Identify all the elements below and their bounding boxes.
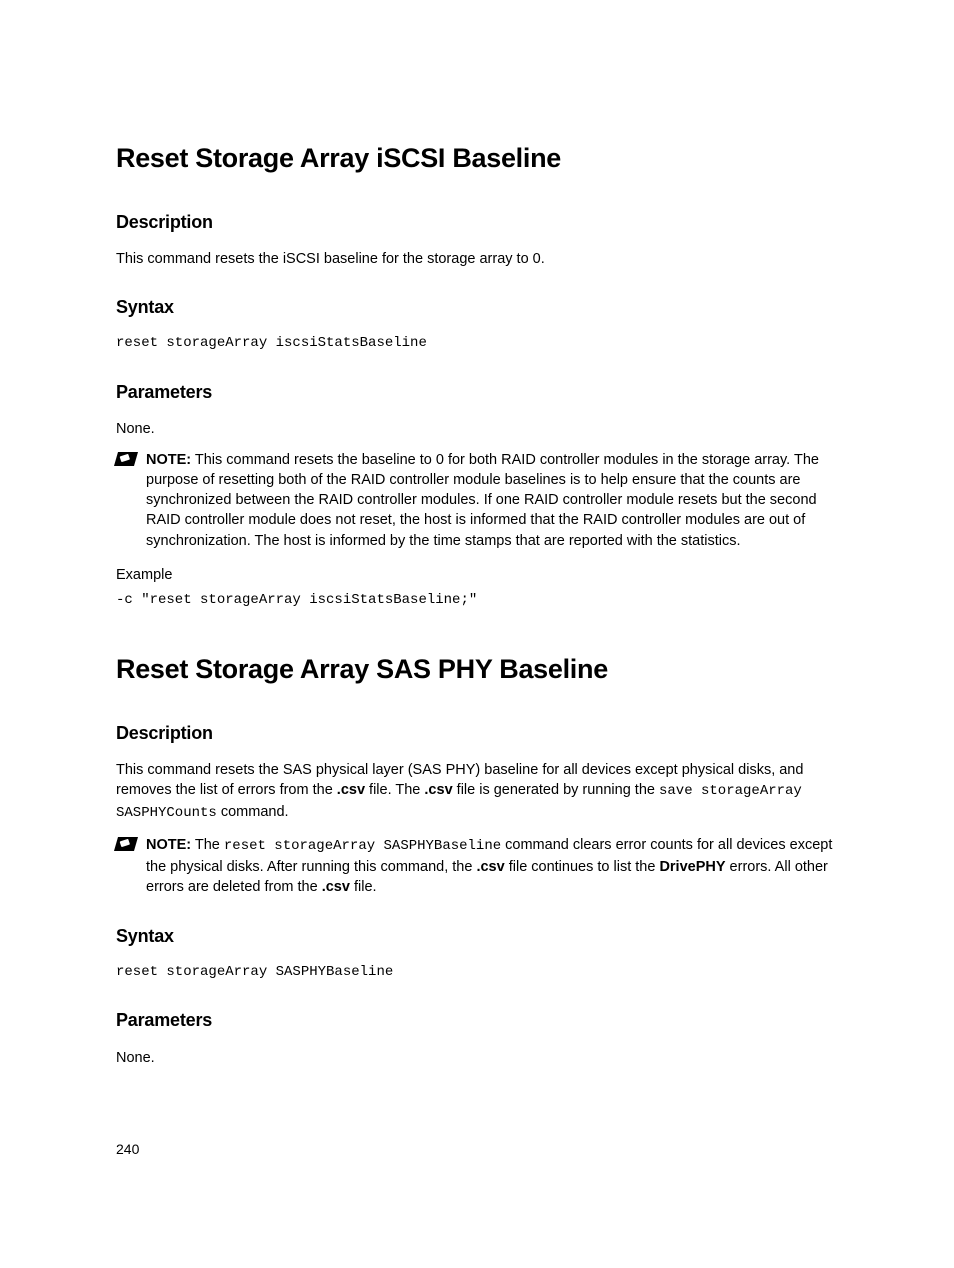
note-body: This command resets the baseline to 0 fo… (146, 452, 819, 549)
csv-bold: .csv (337, 782, 365, 798)
drivephy-bold: DrivePHY (659, 859, 725, 875)
section-reset-sas-phy-baseline: Reset Storage Array SAS PHY Baseline Des… (116, 651, 838, 1068)
description-block: Description This command resets the iSCS… (116, 210, 838, 269)
syntax-block: Syntax reset storageArray iscsiStatsBase… (116, 295, 838, 354)
inline-code: reset storageArray SASPHYBaseline (224, 838, 501, 854)
heading-1: Reset Storage Array SAS PHY Baseline (116, 651, 838, 689)
text-fragment: command. (217, 804, 289, 820)
csv-bold: .csv (322, 879, 350, 895)
example-label: Example (116, 565, 838, 585)
csv-bold: .csv (424, 782, 452, 798)
heading-description: Description (116, 210, 838, 235)
note-text: NOTE: This command resets the baseline t… (146, 450, 838, 551)
example-code: -c "reset storageArray iscsiStatsBaselin… (116, 591, 838, 611)
note-label: NOTE: (146, 452, 191, 468)
page-number: 240 (116, 1140, 139, 1160)
heading-syntax: Syntax (116, 295, 838, 320)
note-block: NOTE: The reset storageArray SASPHYBasel… (116, 835, 838, 897)
text-fragment: file continues to list the (505, 859, 660, 875)
description-block: Description This command resets the SAS … (116, 721, 838, 898)
description-text: This command resets the SAS physical lay… (116, 760, 838, 823)
text-fragment: file. The (365, 782, 424, 798)
note-icon (114, 452, 138, 466)
csv-bold: .csv (476, 859, 504, 875)
text-fragment: The (191, 837, 224, 853)
note-icon (114, 837, 138, 851)
text-fragment: file. (350, 879, 377, 895)
heading-1: Reset Storage Array iSCSI Baseline (116, 140, 838, 178)
parameters-text: None. (116, 419, 838, 439)
note-text: NOTE: The reset storageArray SASPHYBasel… (146, 835, 838, 897)
heading-description: Description (116, 721, 838, 746)
note-block: NOTE: This command resets the baseline t… (116, 450, 838, 551)
heading-parameters: Parameters (116, 380, 838, 405)
text-fragment: file is generated by running the (453, 782, 659, 798)
parameters-text: None. (116, 1048, 838, 1068)
section-reset-iscsi-baseline: Reset Storage Array iSCSI Baseline Descr… (116, 140, 838, 611)
syntax-code: reset storageArray iscsiStatsBaseline (116, 334, 838, 354)
heading-parameters: Parameters (116, 1008, 838, 1033)
syntax-block: Syntax reset storageArray SASPHYBaseline (116, 924, 838, 983)
syntax-code: reset storageArray SASPHYBaseline (116, 963, 838, 983)
heading-syntax: Syntax (116, 924, 838, 949)
note-label: NOTE: (146, 837, 191, 853)
description-text: This command resets the iSCSI baseline f… (116, 249, 838, 269)
